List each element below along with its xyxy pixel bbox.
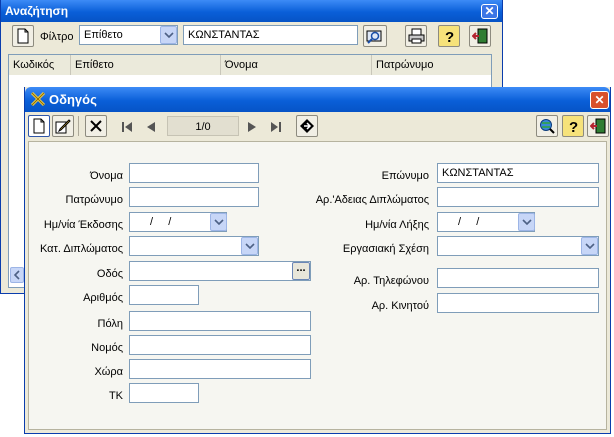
street-field[interactable] xyxy=(129,261,311,281)
country-label: Χώρα xyxy=(94,366,123,378)
delete-record-button[interactable] xyxy=(85,115,107,137)
license-category-dropdown-button[interactable] xyxy=(241,237,258,255)
license-number-label: Αρ.'Αδειας Διπλώματος xyxy=(315,194,429,206)
results-header: Κωδικός Επίθετο Όνομα Πατρώνυμο xyxy=(9,55,491,75)
column-header-surname[interactable]: Επίθετο xyxy=(71,55,221,75)
employment-relation-dropdown-button[interactable] xyxy=(581,237,598,255)
last-record-button[interactable] xyxy=(267,118,285,136)
toolbar-separator xyxy=(78,116,79,136)
search-input[interactable] xyxy=(183,25,358,45)
first-name-label: Όνομα xyxy=(90,170,123,182)
help-icon: ? xyxy=(445,29,454,44)
employment-relation-select[interactable] xyxy=(437,236,599,256)
father-name-field[interactable] xyxy=(129,187,259,207)
driver-help-button[interactable]: ? xyxy=(562,115,584,137)
chevron-down-icon xyxy=(245,243,255,249)
previous-record-button[interactable] xyxy=(142,118,160,136)
postal-code-label: ΤΚ xyxy=(108,390,123,402)
chevron-down-icon xyxy=(585,243,595,249)
chevron-down-icon xyxy=(214,219,224,225)
chevron-down-icon xyxy=(164,32,174,38)
column-header-name[interactable]: Όνομα xyxy=(221,55,372,75)
record-counter: 1/0 xyxy=(167,116,239,136)
prefecture-field[interactable] xyxy=(129,335,311,355)
mobile-label: Αρ. Κινητού xyxy=(371,300,429,312)
new-search-button[interactable] xyxy=(12,25,34,47)
search-exit-button[interactable] xyxy=(469,25,491,47)
mobile-field[interactable] xyxy=(437,293,599,313)
first-record-icon xyxy=(122,122,132,132)
issue-date-label: Ημ/νία Έκδοσης xyxy=(43,219,123,231)
new-document-icon xyxy=(17,28,29,44)
prefecture-label: Νομός xyxy=(91,342,123,354)
scroll-left-icon xyxy=(13,270,20,280)
edit-record-button[interactable] xyxy=(52,115,74,137)
number-field[interactable] xyxy=(129,285,199,305)
city-field[interactable] xyxy=(129,311,311,331)
search-window-title: Αναζήτηση xyxy=(5,4,69,18)
number-label: Αριθμός xyxy=(83,292,123,304)
phone-field[interactable] xyxy=(437,268,599,288)
next-record-icon xyxy=(248,122,256,132)
filter-label: Φίλτρο xyxy=(40,31,74,43)
web-lookup-button[interactable] xyxy=(536,115,558,137)
edit-pencil-icon xyxy=(55,119,71,134)
search-go-button[interactable] xyxy=(363,25,387,47)
svg-text:?: ? xyxy=(569,119,578,134)
driver-close-button[interactable]: ✕ xyxy=(590,91,609,109)
last-name-label: Επώνυμο xyxy=(381,170,429,182)
expiry-date-label: Ημ/νία Λήξης xyxy=(365,219,429,231)
delete-x-icon xyxy=(90,120,102,132)
next-record-button[interactable] xyxy=(243,118,261,136)
license-number-field[interactable] xyxy=(437,187,599,207)
issue-date-dropdown-button[interactable] xyxy=(210,213,227,231)
driver-exit-button[interactable] xyxy=(587,115,609,137)
svg-text:?: ? xyxy=(445,29,454,44)
expiry-date-dropdown-button[interactable] xyxy=(518,213,535,231)
license-category-label: Κατ. Διπλώματος xyxy=(39,243,123,255)
city-label: Πόλη xyxy=(97,318,123,330)
phone-label: Αρ. Τηλεφώνου xyxy=(353,275,429,287)
postal-code-field[interactable] xyxy=(129,383,199,403)
help-icon: ? xyxy=(569,119,578,134)
last-record-icon xyxy=(271,122,281,132)
search-help-button[interactable]: ? xyxy=(438,25,460,47)
employment-relation-label: Εργασιακή Σχέση xyxy=(342,243,429,255)
globe-search-icon xyxy=(540,119,555,134)
goto-record-button[interactable] xyxy=(296,115,318,137)
last-name-field[interactable] xyxy=(437,163,599,183)
street-label: Οδός xyxy=(96,268,123,280)
driver-window-title: Οδηγός xyxy=(49,92,97,107)
search-icon xyxy=(366,30,382,44)
driver-window-titlebar[interactable]: Οδηγός ✕ xyxy=(25,87,610,112)
column-header-code[interactable]: Κωδικός xyxy=(9,55,71,75)
driver-app-icon xyxy=(30,91,46,107)
country-field[interactable] xyxy=(129,359,311,379)
results-scroll-left[interactable] xyxy=(10,267,24,283)
filter-dropdown-button[interactable] xyxy=(160,26,177,44)
chevron-down-icon xyxy=(522,219,532,225)
street-lookup-button[interactable]: ... xyxy=(292,262,310,280)
previous-record-icon xyxy=(147,122,155,132)
driver-form-panel: Όνομα Πατρώνυμο Ημ/νία Έκδοσης Κατ. Διπλ… xyxy=(28,141,607,430)
printer-button[interactable] xyxy=(405,25,427,47)
driver-window: Οδηγός ✕ 1/0 ? Όνομα Πατρώνυμο Ημ/νία Έκ… xyxy=(24,87,611,434)
goto-diamond-icon xyxy=(300,119,314,133)
new-document-icon xyxy=(33,118,45,134)
new-record-button[interactable] xyxy=(28,115,50,137)
father-name-label: Πατρώνυμο xyxy=(65,194,123,206)
exit-door-icon xyxy=(472,28,488,44)
exit-door-icon xyxy=(590,118,606,134)
printer-icon xyxy=(408,28,425,44)
search-close-button[interactable]: ✕ xyxy=(481,4,498,19)
first-name-field[interactable] xyxy=(129,163,259,183)
license-category-select[interactable] xyxy=(129,236,259,256)
search-window-titlebar[interactable]: Αναζήτηση ✕ xyxy=(1,0,502,22)
ellipsis-icon: ... xyxy=(296,262,306,274)
first-record-button[interactable] xyxy=(118,118,136,136)
column-header-father[interactable]: Πατρώνυμο xyxy=(372,55,491,75)
